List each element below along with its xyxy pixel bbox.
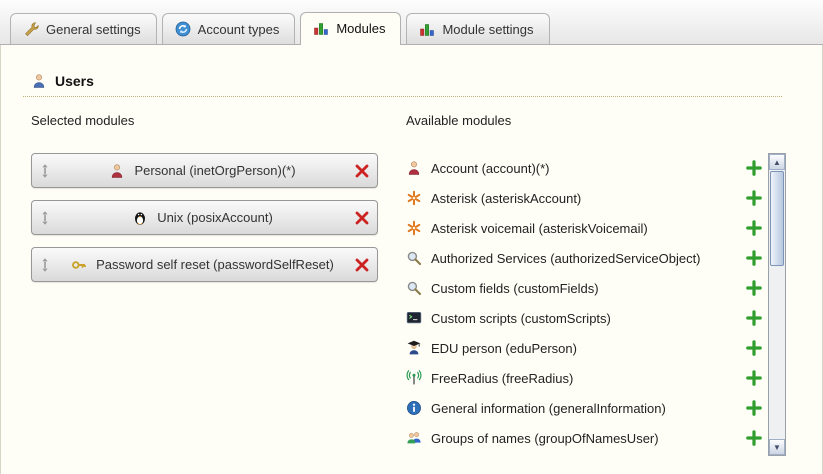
module-label: Custom fields (customFields) — [431, 281, 599, 296]
selected-module-content: Personal (inetOrgPerson)(*) — [51, 163, 354, 179]
asterisk-icon — [406, 190, 422, 206]
drag-handle-icon[interactable] — [39, 257, 51, 273]
scroll-down-icon: ▼ — [773, 443, 781, 452]
selected-module-content: Unix (posixAccount) — [51, 210, 354, 226]
wrench-icon — [23, 21, 39, 37]
graduate-icon — [406, 340, 422, 356]
module-label: EDU person (eduPerson) — [431, 341, 577, 356]
selected-module-content: Password self reset (passwordSelfReset) — [51, 257, 354, 273]
available-module-row: Asterisk (asteriskAccount) — [406, 183, 762, 213]
tab-modules[interactable]: Modules — [300, 12, 401, 45]
available-module-row: FreeRadius (freeRadius) — [406, 363, 762, 393]
available-module-row: Asterisk voicemail (asteriskVoicemail) — [406, 213, 762, 243]
selected-module-row[interactable]: Personal (inetOrgPerson)(*) — [31, 153, 378, 188]
group-icon — [406, 430, 422, 446]
available-module-row: Custom scripts (customScripts) — [406, 303, 762, 333]
add-icon[interactable] — [746, 370, 762, 386]
scrollbar-track[interactable] — [769, 170, 785, 439]
module-label: FreeRadius (freeRadius) — [431, 371, 573, 386]
available-module-row: Custom fields (customFields) — [406, 273, 762, 303]
drag-handle-icon[interactable] — [39, 210, 51, 226]
available-modules-list: Account (account)(*) Asterisk (asteriskA… — [406, 153, 762, 456]
add-icon[interactable] — [746, 430, 762, 446]
available-module-row: Account (account)(*) — [406, 153, 762, 183]
add-icon[interactable] — [746, 220, 762, 236]
available-module-row: Authorized Services (authorizedServiceOb… — [406, 243, 762, 273]
modules-tab-content: Users Selected modules Personal (inetOrg… — [0, 45, 823, 474]
magnifier-icon — [406, 280, 422, 296]
module-label: Asterisk voicemail (asteriskVoicemail) — [431, 221, 648, 236]
person-icon — [406, 160, 422, 176]
tab-bar: General settings Account types Modules M… — [0, 0, 823, 45]
available-module-row: General information (generalInformation) — [406, 393, 762, 423]
available-module-row: Groups of names (groupOfNamesUser) — [406, 423, 762, 453]
selected-modules-heading: Selected modules — [31, 113, 406, 128]
scrollbar-thumb[interactable] — [770, 171, 784, 266]
tab-account-types[interactable]: Account types — [162, 13, 296, 44]
selected-modules-column: Selected modules Personal (inetOrgPerson… — [23, 113, 406, 456]
chart-icon — [419, 21, 435, 37]
available-module-row: EDU person (eduPerson) — [406, 333, 762, 363]
selected-module-row[interactable]: Unix (posixAccount) — [31, 200, 378, 235]
delete-icon[interactable] — [354, 210, 370, 226]
person-icon — [109, 163, 125, 179]
radio-icon — [406, 370, 422, 386]
key-icon — [71, 257, 87, 273]
terminal-icon — [406, 310, 422, 326]
add-icon[interactable] — [746, 400, 762, 416]
module-label: Custom scripts (customScripts) — [431, 311, 611, 326]
module-label: Unix (posixAccount) — [157, 210, 273, 225]
module-label: Asterisk (asteriskAccount) — [431, 191, 581, 206]
module-label: Account (account)(*) — [431, 161, 550, 176]
add-icon[interactable] — [746, 340, 762, 356]
drag-handle-icon[interactable] — [39, 163, 51, 179]
add-icon[interactable] — [746, 190, 762, 206]
module-label: Authorized Services (authorizedServiceOb… — [431, 251, 701, 266]
tab-label: Account types — [198, 22, 280, 37]
asterisk-icon — [406, 220, 422, 236]
available-modules-column: Available modules Account (account)(*) A… — [406, 113, 800, 456]
scrollbar[interactable]: ▲ ▼ — [768, 153, 786, 456]
add-icon[interactable] — [746, 160, 762, 176]
add-icon[interactable] — [746, 280, 762, 296]
add-icon[interactable] — [746, 250, 762, 266]
penguin-icon — [132, 210, 148, 226]
add-icon[interactable] — [746, 310, 762, 326]
module-label: Password self reset (passwordSelfReset) — [96, 257, 334, 272]
chart-icon — [313, 20, 329, 36]
tab-label: General settings — [46, 22, 141, 37]
tab-module-settings[interactable]: Module settings — [406, 13, 549, 44]
refresh-icon — [175, 21, 191, 37]
magnifier-icon — [406, 250, 422, 266]
module-label: Groups of names (groupOfNamesUser) — [431, 431, 659, 446]
section-title: Users — [55, 73, 94, 89]
tab-label: Modules — [336, 21, 385, 36]
delete-icon[interactable] — [354, 163, 370, 179]
selected-module-row[interactable]: Password self reset (passwordSelfReset) — [31, 247, 378, 282]
delete-icon[interactable] — [354, 257, 370, 273]
scroll-up-icon: ▲ — [773, 158, 781, 167]
module-label: Personal (inetOrgPerson)(*) — [134, 163, 295, 178]
users-section-heading: Users — [23, 55, 782, 97]
module-label: General information (generalInformation) — [431, 401, 666, 416]
scroll-down-button[interactable]: ▼ — [769, 439, 785, 455]
scroll-up-button[interactable]: ▲ — [769, 154, 785, 170]
info-icon — [406, 400, 422, 416]
tab-general-settings[interactable]: General settings — [10, 13, 157, 44]
available-modules-heading: Available modules — [406, 113, 786, 128]
lam-config-window: General settings Account types Modules M… — [0, 0, 823, 474]
user-icon — [31, 73, 47, 89]
tab-label: Module settings — [442, 22, 533, 37]
